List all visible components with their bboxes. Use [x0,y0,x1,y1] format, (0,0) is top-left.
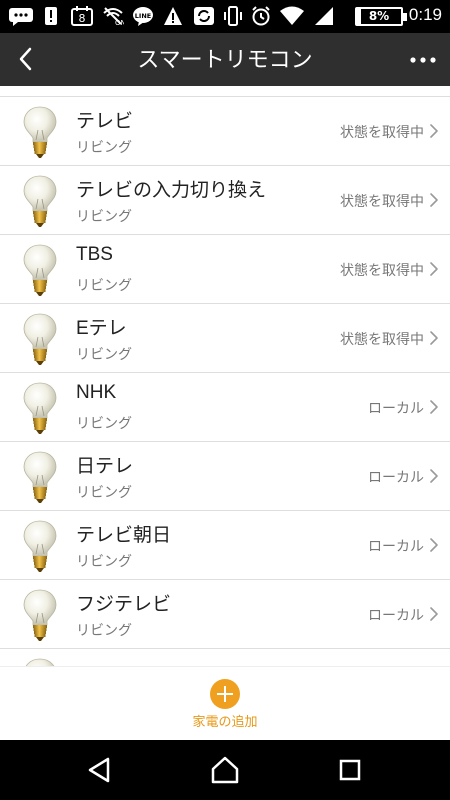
light-bulb-icon [23,175,57,227]
sync-icon [194,7,214,25]
device-status: 状態を取得中 [340,193,424,209]
device-status: 状態を取得中 [340,331,424,347]
svg-text:LINE: LINE [135,12,151,20]
device-row[interactable]: フジテレビリビング ローカル [0,580,450,649]
light-bulb-icon [23,382,57,434]
warning-icon [164,7,182,25]
device-name: テレビ朝日 [76,525,172,546]
system-nav-bar [0,740,450,800]
device-name: テレビ [76,111,134,132]
chevron-right-icon [430,538,438,552]
device-status: ローカル [368,469,424,485]
light-bulb-icon [23,106,57,158]
device-status: 状態を取得中 [340,124,424,140]
device-room: リビング [76,277,132,293]
more-horizontal-icon [410,57,436,63]
back-triangle-icon [88,757,110,783]
device-name: 日テレ [76,456,134,477]
light-bulb-icon [23,313,57,365]
wifi-icon [280,6,304,25]
device-status: ローカル [368,607,424,623]
chat-bubble-icon [9,8,33,26]
chevron-right-icon [430,400,438,414]
device-status: ローカル [368,400,424,416]
light-bulb-icon [23,589,57,641]
device-room: リビング [76,139,132,155]
device-row[interactable]: テレビ朝日リビング ローカル [0,511,450,580]
device-list-content: テレビ リビング 状態を取得中 テレビの入力切り換え リビング 状態を取得中 T… [0,86,450,666]
plus-circle-icon [210,679,240,709]
device-name: Eテレ [76,318,127,339]
battery-icon: 8% [355,7,407,26]
vibrate-icon [224,6,242,26]
device-row[interactable]: 日テレリビング ローカル [0,442,450,511]
status-time: 0:19 [408,5,442,24]
device-room: リビング [76,208,132,224]
add-device-area: 家電の追加 [0,666,450,740]
device-status: ローカル [368,538,424,554]
home-icon [211,756,239,784]
nav-back-button[interactable] [82,752,118,788]
battery-text: 8% [368,9,390,23]
nav-home-button[interactable] [207,752,243,788]
chevron-right-icon [430,124,438,138]
more-options-button[interactable] [408,45,438,75]
device-row[interactable]: NHK リビング ローカル [0,373,450,442]
chevron-right-icon [430,469,438,483]
line-icon: LINE [133,7,153,26]
nav-recents-button[interactable] [332,752,368,788]
device-name: テレビの入力切り換え [76,180,267,201]
signal-icon [315,7,333,25]
light-bulb-icon [25,658,55,666]
alert-icon [45,7,57,25]
device-row[interactable]: Eテレリビング 状態を取得中 [0,304,450,373]
device-room: リビング [76,622,132,638]
wifi-off-icon: ON [103,7,124,26]
device-name: フジテレビ [76,594,172,615]
svg-text:ON: ON [115,19,124,26]
light-bulb-icon [23,520,57,572]
alarm-icon [252,6,270,26]
light-bulb-icon [23,244,57,296]
device-row[interactable]: TBS リビング 状態を取得中 [0,235,450,304]
add-device-label[interactable]: 家電の追加 [150,711,300,730]
device-row[interactable]: テレビリビング 状態を取得中 [0,97,450,166]
device-name: NHK [76,382,117,403]
device-status: 状態を取得中 [340,262,424,278]
status-bar: 8 ON LINE 8% 0:19 [0,0,450,33]
recents-square-icon [339,759,361,781]
chevron-right-icon [430,607,438,621]
device-list[interactable]: テレビ リビング 状態を取得中 テレビの入力切り換え リビング 状態を取得中 T… [0,86,450,666]
device-room: リビング [76,484,132,500]
app-bar: スマートリモコン [0,33,450,86]
page-title: スマートリモコン [137,47,313,72]
chevron-right-icon [430,193,438,207]
chevron-right-icon [430,262,438,276]
svg-text:8: 8 [79,12,86,25]
device-name: TBS [76,244,113,265]
device-row[interactable]: テレビの入力切り換えリビング 状態を取得中 [0,166,450,235]
light-bulb-icon [23,451,57,503]
device-room: リビング [76,415,132,431]
list-item-partial-bottom [0,649,450,666]
device-room: リビング [76,553,132,569]
calendar-8-icon: 8 [71,6,93,26]
list-item-partial-top [0,86,450,97]
chevron-left-icon [19,47,32,71]
device-room: リビング [76,346,132,362]
chevron-right-icon [430,331,438,345]
back-button[interactable] [10,41,46,77]
